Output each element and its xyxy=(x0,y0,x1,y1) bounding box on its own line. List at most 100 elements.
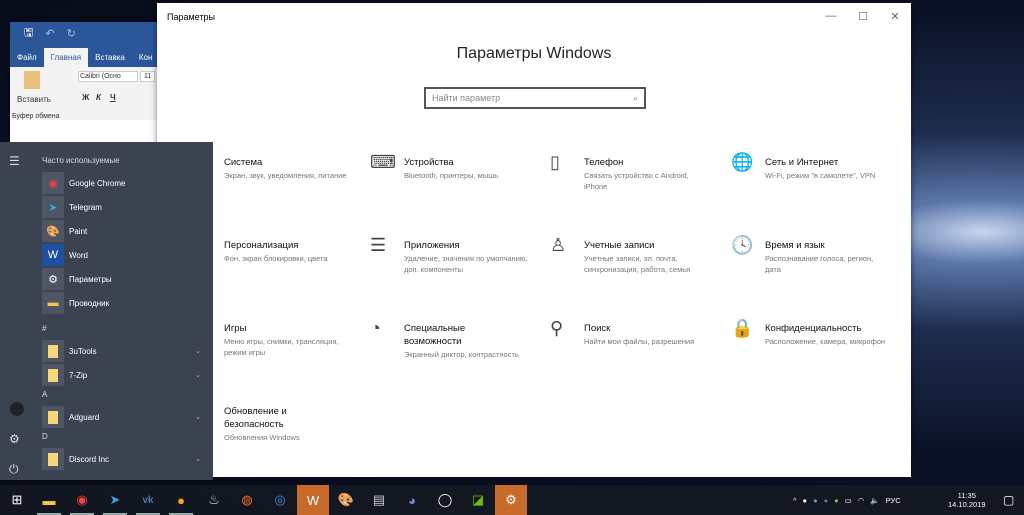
hamburger-icon[interactable]: ☰ xyxy=(9,154,20,168)
taskbar-discord-icon[interactable]: ◕ xyxy=(396,485,428,515)
avatar[interactable] xyxy=(10,402,24,416)
telegram-tray-icon[interactable]: ● xyxy=(813,496,818,505)
battery-icon[interactable]: ▭ xyxy=(845,496,852,505)
redo-icon[interactable]: ↻ xyxy=(67,27,76,40)
close-button[interactable]: ✕ xyxy=(879,3,911,29)
bold-button[interactable]: Ж xyxy=(82,93,89,102)
start-button[interactable]: ⊞ xyxy=(1,485,33,515)
chevron-down-icon[interactable]: ⌄ xyxy=(195,371,201,379)
frequent-header: Часто используемые xyxy=(42,156,120,165)
word-window[interactable]: 🖫 ↶ ↻ Файл Главная Вставка Кон Вставить Бу… xyxy=(10,22,160,142)
start-folder-item[interactable]: Adguard ⌄ xyxy=(42,406,201,428)
taskbar-oculus-icon[interactable]: ◯ xyxy=(429,485,461,515)
start-app-item[interactable]: 🎨 Paint xyxy=(42,220,201,242)
taskbar-steam-icon[interactable]: ♨ xyxy=(198,485,230,515)
font-name-select[interactable]: Calibri (Осно xyxy=(78,71,138,82)
chevron-down-icon[interactable]: ⌄ xyxy=(195,347,201,355)
tile-description: Меню игры, снимки, трансляция, режим игр… xyxy=(224,337,339,357)
tile-description: Фон, экран блокировки, цвета xyxy=(224,254,328,263)
settings-tile[interactable]: 🕓 Время и язык Распознавание голоса, регио… xyxy=(731,235,945,275)
italic-button[interactable]: К xyxy=(96,93,101,102)
start-app-item[interactable]: ▬ Проводник xyxy=(42,292,201,314)
font-size-select[interactable]: 11 xyxy=(140,71,156,82)
app-label: Проводник xyxy=(69,298,110,308)
start-folder-item[interactable]: 3uTools ⌄ xyxy=(42,340,201,362)
tab-insert[interactable]: Вставка xyxy=(88,48,132,67)
adguard-tray-icon[interactable]: ● xyxy=(834,496,839,505)
underline-button[interactable]: Ч xyxy=(110,93,116,102)
settings-tile[interactable]: ⟳Обновление и безопасностьОбновления Win… xyxy=(190,401,404,443)
letter-header[interactable]: A xyxy=(42,390,47,399)
maximize-button[interactable]: ☐ xyxy=(847,3,879,29)
tile-description: Экран, звук, уведомления, питание xyxy=(224,171,347,180)
tile-title: Обновление и безопасность xyxy=(224,406,287,430)
time-language-icon: 🕓 xyxy=(731,235,754,255)
taskbar-yandex-browser-icon[interactable]: ● xyxy=(165,485,197,515)
start-rail: ☰ ⚙ ⏻ xyxy=(0,142,32,480)
start-app-item[interactable]: W Word xyxy=(42,244,201,266)
language-indicator[interactable]: РУС xyxy=(886,496,901,505)
chrome-icon: ◉ xyxy=(42,172,64,194)
taskbar-telegram-icon[interactable]: ➤ xyxy=(99,485,131,515)
letter-header[interactable]: # xyxy=(42,324,46,333)
minimize-button[interactable]: — xyxy=(815,3,847,29)
tile-description: Расположение, камера, микрофон xyxy=(765,337,886,346)
clipboard-icon xyxy=(24,71,40,89)
taskbar-nvidia-icon[interactable]: ◪ xyxy=(462,485,494,515)
taskbar-explorer-icon[interactable]: ▬ xyxy=(33,485,65,515)
start-app-item[interactable]: ➤ Telegram xyxy=(42,196,201,218)
paint-icon: 🎨 xyxy=(42,220,64,242)
start-folder-item[interactable]: Discord Inc ⌄ xyxy=(42,448,201,470)
explorer-icon: ▬ xyxy=(42,292,64,314)
ease-of-access-icon: ◔ xyxy=(370,318,381,338)
tab-home[interactable]: Главная xyxy=(43,48,89,67)
settings-window[interactable]: Параметры — ☐ ✕ Параметры Windows Найти па… xyxy=(157,3,911,477)
app-label: Telegram xyxy=(69,202,102,212)
tray-overflow-icon[interactable]: ^ xyxy=(793,496,797,505)
folder-icon xyxy=(42,364,64,386)
clock-time: 11:35 xyxy=(957,491,976,500)
tab-design[interactable]: Кон xyxy=(132,48,160,67)
paste-button[interactable]: Вставить xyxy=(17,95,51,104)
tile-description: Найти мои файлы, разрешения xyxy=(584,337,695,346)
taskbar-uplay-icon[interactable]: ◎ xyxy=(264,485,296,515)
volume-icon[interactable]: 🔈 xyxy=(870,496,879,505)
clock-date: 14.10.2019 xyxy=(948,500,986,509)
title-bar: Параметры — ☐ ✕ xyxy=(157,3,911,31)
apps-list-icon: ☰ xyxy=(370,235,387,255)
start-app-item[interactable]: ◉ Google Chrome xyxy=(42,172,201,194)
person-icon: ♙ xyxy=(550,235,567,255)
clock[interactable]: 11:35 14.10.2019 xyxy=(948,485,986,515)
undo-icon[interactable]: ↶ xyxy=(45,27,54,40)
gear-icon[interactable]: ⚙ xyxy=(9,432,20,446)
notification-center-icon[interactable]: ▢ xyxy=(1003,485,1014,515)
chevron-down-icon[interactable]: ⌄ xyxy=(195,455,201,463)
save-icon[interactable]: 🖫 xyxy=(24,24,33,43)
start-folder-item[interactable]: 7-Zip ⌄ xyxy=(42,364,201,386)
tile-description: Экранный диктор, контрастность xyxy=(404,350,519,359)
taskbar-paint-icon[interactable]: 🎨 xyxy=(330,485,362,515)
taskbar-chrome-icon[interactable]: ◉ xyxy=(66,485,98,515)
tile-description: Bluetooth, принтеры, мышь xyxy=(404,171,499,180)
settings-tile[interactable]: 🔒 Конфиденциальность Расположение, камера,… xyxy=(731,318,945,347)
search-input[interactable]: Найти параметр ⌕ xyxy=(424,87,646,109)
taskbar-word-icon[interactable]: W xyxy=(297,485,329,515)
settings-tile[interactable]: 🌐 Сеть и Интернет Wi-Fi, режим "в самолете… xyxy=(731,152,945,181)
search-icon: ⚲ xyxy=(550,318,564,338)
taskbar-settings-icon[interactable]: ⚙ xyxy=(495,485,527,515)
vk-tray-icon[interactable]: ● xyxy=(824,496,829,505)
folder-label: Discord Inc xyxy=(69,454,110,464)
letter-header[interactable]: D xyxy=(42,432,48,441)
taskbar-origin-icon[interactable]: ◍ xyxy=(231,485,263,515)
tab-file[interactable]: Файл xyxy=(10,48,44,67)
power-icon[interactable]: ⏻ xyxy=(9,462,19,477)
taskbar-sticky-icon[interactable]: ▤ xyxy=(363,485,395,515)
folder-icon xyxy=(42,448,64,470)
taskbar-vk-icon[interactable]: vk xyxy=(132,485,164,515)
telegram-icon: ➤ xyxy=(42,196,64,218)
chevron-down-icon[interactable]: ⌄ xyxy=(195,413,201,421)
wifi-icon[interactable]: ◠ xyxy=(858,496,865,505)
start-app-item[interactable]: ⚙ Параметры xyxy=(42,268,201,290)
steam-tray-icon[interactable]: ● xyxy=(803,496,808,505)
tile-description: Распознавание голоса, регион, дата xyxy=(765,254,874,274)
